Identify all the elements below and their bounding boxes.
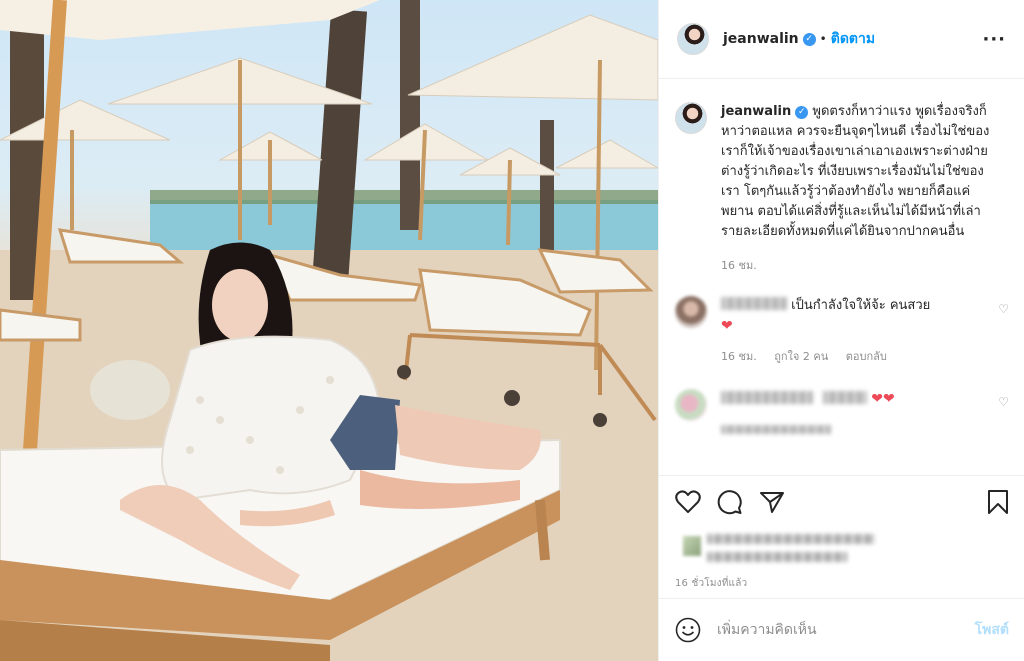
caption-body: jeanwalin ✓ พูดตรงก็หาว่าแรง พูดเรื่องจริ… — [721, 102, 993, 274]
comment-text-redacted — [823, 391, 868, 404]
post-comment-button[interactable]: โพสต์ — [975, 619, 1009, 641]
commenter-username-redacted[interactable] — [721, 297, 787, 310]
commenter-username-redacted[interactable] — [721, 391, 813, 404]
comment-meta-redacted — [721, 425, 831, 434]
comment-likes[interactable]: ถูกใจ 2 คน — [774, 350, 828, 363]
comment-body: เป็นกำลังใจให้จ้ะ คนสวย ❤ 16 ชม. ถูกใจ 2… — [721, 296, 977, 367]
header-avatar[interactable] — [677, 23, 709, 55]
comment-body: ❤❤ — [721, 389, 977, 440]
liked-by-redacted[interactable] — [675, 528, 1009, 568]
post-caption: jeanwalin ✓ พูดตรงก็หาว่าแรง พูดเรื่องจริ… — [675, 80, 1009, 274]
like-heart-icon[interactable] — [675, 490, 701, 514]
comment-item: ❤❤ ♡ — [675, 389, 1009, 440]
post-timestamp[interactable]: 16 ชั่วโมงที่แล้ว — [675, 576, 1009, 591]
caption-time[interactable]: 16 ชม. — [721, 256, 993, 274]
commenter-avatar[interactable] — [675, 389, 707, 421]
liked-by-line2 — [707, 552, 847, 562]
more-options-icon[interactable]: ··· — [982, 29, 1006, 50]
follow-button[interactable]: ติดตาม — [831, 28, 875, 50]
post-photo[interactable] — [0, 0, 658, 661]
comment-time[interactable]: 16 ชม. — [721, 350, 757, 363]
comments-list[interactable]: jeanwalin ✓ พูดตรงก็หาว่าแรง พูดเรื่องจริ… — [659, 80, 1024, 475]
emoji-smiley-icon[interactable] — [675, 617, 701, 643]
caption-avatar[interactable] — [675, 102, 707, 134]
heart-emoji: ❤❤ — [871, 391, 895, 407]
share-paper-plane-icon[interactable] — [759, 490, 785, 514]
liked-by-line1 — [707, 534, 875, 544]
reply-button[interactable]: ตอบกลับ — [846, 350, 887, 363]
comment-bubble-icon[interactable] — [717, 489, 743, 515]
header-username[interactable]: jeanwalin — [723, 31, 799, 47]
verified-badge-icon: ✓ — [802, 32, 816, 46]
add-comment-bar: เพิ่มความคิดเห็น โพสต์ — [659, 598, 1024, 661]
comment-input[interactable]: เพิ่มความคิดเห็น — [717, 619, 975, 641]
comment-item: เป็นกำลังใจให้จ้ะ คนสวย ❤ 16 ชม. ถูกใจ 2… — [675, 296, 1009, 367]
caption-text: jeanwalin ✓ พูดตรงก็หาว่าแรง พูดเรื่องจริ… — [721, 102, 993, 242]
commenter-avatar[interactable] — [675, 296, 707, 328]
heart-emoji: ❤ — [721, 318, 733, 334]
comment-text: เป็นกำลังใจให้จ้ะ คนสวย — [791, 298, 931, 313]
post-detail-panel: jeanwalin ✓ • ติดตาม ··· jeanwalin ✓ พูดต… — [658, 0, 1024, 661]
comment-like-heart-icon[interactable]: ♡ — [998, 302, 1009, 316]
beach-scene — [0, 0, 658, 661]
liked-by-avatar — [683, 536, 701, 556]
bookmark-icon[interactable] — [987, 489, 1009, 515]
comment-meta — [721, 420, 977, 440]
post-actions: 16 ชั่วโมงที่แล้ว — [659, 475, 1024, 591]
post-header: jeanwalin ✓ • ติดตาม ··· — [659, 0, 1024, 79]
caption-content: พูดตรงก็หาว่าแรง พูดเรื่องจริงก็หาว่าตอแ… — [721, 104, 990, 239]
caption-username[interactable]: jeanwalin — [721, 104, 791, 119]
comment-meta: 16 ชม. ถูกใจ 2 คน ตอบกลับ — [721, 347, 977, 367]
comment-like-heart-icon[interactable]: ♡ — [998, 395, 1009, 409]
action-row — [675, 488, 1009, 516]
caption-verified-badge-icon: ✓ — [795, 106, 809, 119]
header-separator: • — [819, 32, 827, 46]
